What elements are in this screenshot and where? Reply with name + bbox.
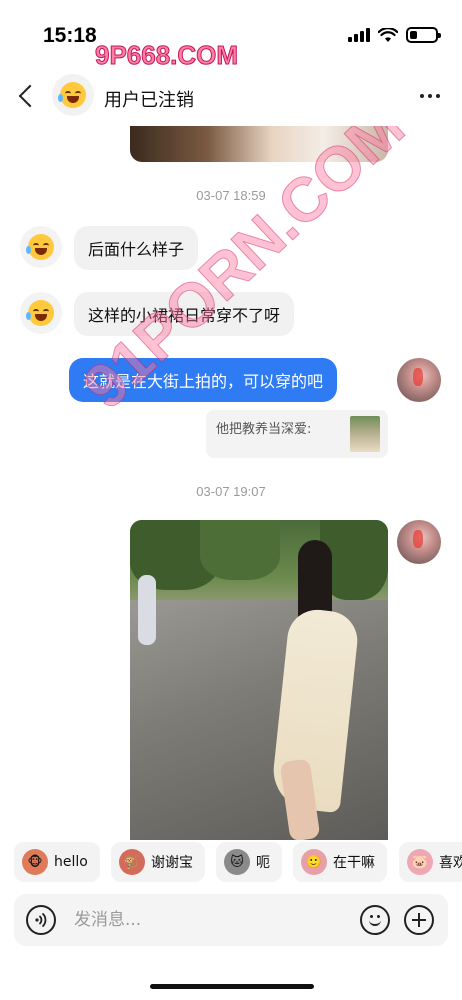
monkey-thanks-icon: 🐒	[119, 849, 145, 875]
quick-reply-label: 喜欢	[439, 855, 462, 871]
my-avatar[interactable]	[397, 520, 441, 564]
status-icons	[348, 27, 441, 43]
monkey-icon: 🐵	[22, 849, 48, 875]
outgoing-message[interactable]: 这就是在大街上拍的，可以穿的吧	[69, 358, 338, 402]
timestamp: 03-07 19:07	[196, 484, 266, 499]
more-actions-button[interactable]	[404, 905, 434, 935]
battery-icon	[406, 27, 441, 43]
quick-reply-label: 谢谢宝	[151, 855, 193, 871]
quoted-text: 他把教养当深爱:	[216, 422, 312, 437]
quick-reply-like[interactable]: 🐷 喜欢	[399, 842, 462, 882]
quick-reply-what-doing[interactable]: 🙂 在干嘛	[293, 842, 387, 882]
sender-avatar[interactable]	[20, 292, 62, 334]
quoted-message[interactable]: 他把教养当深爱:	[206, 410, 388, 458]
emoji-button[interactable]	[360, 905, 390, 935]
chat-area[interactable]: 03-07 18:59 后面什么样子 这样的小裙裙日常穿不了呀 这就是在大街上拍…	[0, 126, 462, 840]
image-message-partial[interactable]	[130, 126, 388, 162]
contact-avatar[interactable]	[52, 74, 94, 116]
laughing-emoji-icon	[58, 82, 86, 108]
laughing-emoji-icon	[26, 234, 54, 260]
laughing-emoji-icon	[26, 300, 54, 326]
contact-name[interactable]: 用户已注销	[104, 86, 194, 112]
home-indicator	[150, 984, 314, 989]
quick-reply-label: hello	[54, 854, 88, 870]
message-input-bar	[14, 894, 448, 946]
incoming-message[interactable]: 后面什么样子	[74, 226, 199, 270]
sender-avatar[interactable]	[20, 226, 62, 268]
quick-reply-label: 呃	[256, 855, 270, 871]
nav-bar: 用户已注销	[0, 70, 462, 126]
voice-input-button[interactable]	[26, 905, 56, 935]
quick-reply-hello[interactable]: 🐵 hello	[14, 842, 100, 882]
wifi-icon	[378, 27, 398, 42]
status-time: 15:18	[43, 24, 97, 47]
quoted-image-thumbnail	[350, 416, 380, 452]
quick-reply-thanks[interactable]: 🐒 谢谢宝	[111, 842, 205, 882]
watermark-top: 9P668.COM	[94, 40, 239, 71]
timestamp: 03-07 18:59	[196, 188, 266, 203]
message-input[interactable]	[74, 906, 344, 934]
my-avatar[interactable]	[397, 358, 441, 402]
quick-reply-uh[interactable]: 🐱 呃	[216, 842, 282, 882]
quick-reply-label: 在干嘛	[333, 855, 375, 871]
image-message[interactable]	[130, 520, 388, 840]
cat-icon: 🐱	[224, 849, 250, 875]
signal-icon	[348, 28, 370, 42]
quick-reply-row[interactable]: 🐵 hello 🐒 谢谢宝 🐱 呃 🙂 在干嘛 🐷 喜欢	[0, 840, 462, 886]
back-button[interactable]	[14, 82, 42, 112]
incoming-message[interactable]: 这样的小裙裙日常穿不了呀	[74, 292, 295, 336]
more-options-button[interactable]	[420, 94, 440, 98]
pig-icon: 🐷	[407, 849, 433, 875]
voice-icon	[35, 913, 47, 927]
girl-icon: 🙂	[301, 849, 327, 875]
